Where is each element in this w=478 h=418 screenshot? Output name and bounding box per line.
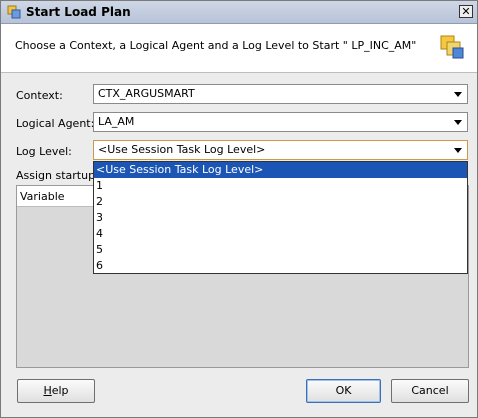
context-label: Context:: [16, 89, 63, 102]
chevron-down-icon[interactable]: [454, 148, 462, 153]
start-load-plan-dialog: Start Load Plan ✕ Choose a Context, a Lo…: [0, 0, 478, 418]
log-level-select[interactable]: <Use Session Task Log Level>: [93, 140, 468, 160]
chevron-down-icon[interactable]: [454, 92, 462, 97]
log-level-option[interactable]: 1: [94, 178, 467, 194]
log-level-value: <Use Session Task Log Level>: [98, 143, 266, 156]
load-plan-icon: [7, 5, 21, 19]
chevron-down-icon[interactable]: [454, 120, 462, 125]
log-level-option[interactable]: <Use Session Task Log Level>: [94, 162, 467, 178]
logical-agent-select[interactable]: LA_AM: [93, 112, 468, 132]
log-level-label: Log Level:: [16, 145, 72, 158]
ok-button[interactable]: OK: [306, 379, 381, 403]
log-level-option[interactable]: 3: [94, 210, 467, 226]
log-level-option[interactable]: 2: [94, 194, 467, 210]
dialog-header: Choose a Context, a Logical Agent and a …: [1, 24, 477, 73]
instruction-text: Choose a Context, a Logical Agent and a …: [15, 39, 417, 52]
log-level-option[interactable]: 6: [94, 258, 467, 274]
logical-agent-label: Logical Agent:: [16, 117, 95, 130]
log-level-option[interactable]: 4: [94, 226, 467, 242]
log-level-dropdown-list[interactable]: <Use Session Task Log Level> 1 2 3 4 5 6: [93, 161, 468, 274]
assign-startup-label: Assign startup v: [16, 169, 106, 182]
context-select[interactable]: CTX_ARGUSMART: [93, 84, 468, 104]
logical-agent-value: LA_AM: [98, 115, 135, 128]
title-bar[interactable]: Start Load Plan ✕: [1, 1, 477, 24]
help-button[interactable]: Help: [17, 379, 95, 403]
help-mnemonic: H: [43, 384, 52, 397]
cancel-button[interactable]: Cancel: [391, 379, 469, 403]
log-level-option[interactable]: 5: [94, 242, 467, 258]
close-icon[interactable]: ✕: [459, 5, 473, 18]
variable-column-header[interactable]: Variable: [20, 190, 65, 203]
help-label-rest: elp: [51, 384, 69, 397]
dialog-title: Start Load Plan: [26, 5, 131, 19]
load-plan-large-icon: [440, 35, 464, 59]
context-value: CTX_ARGUSMART: [98, 87, 195, 100]
